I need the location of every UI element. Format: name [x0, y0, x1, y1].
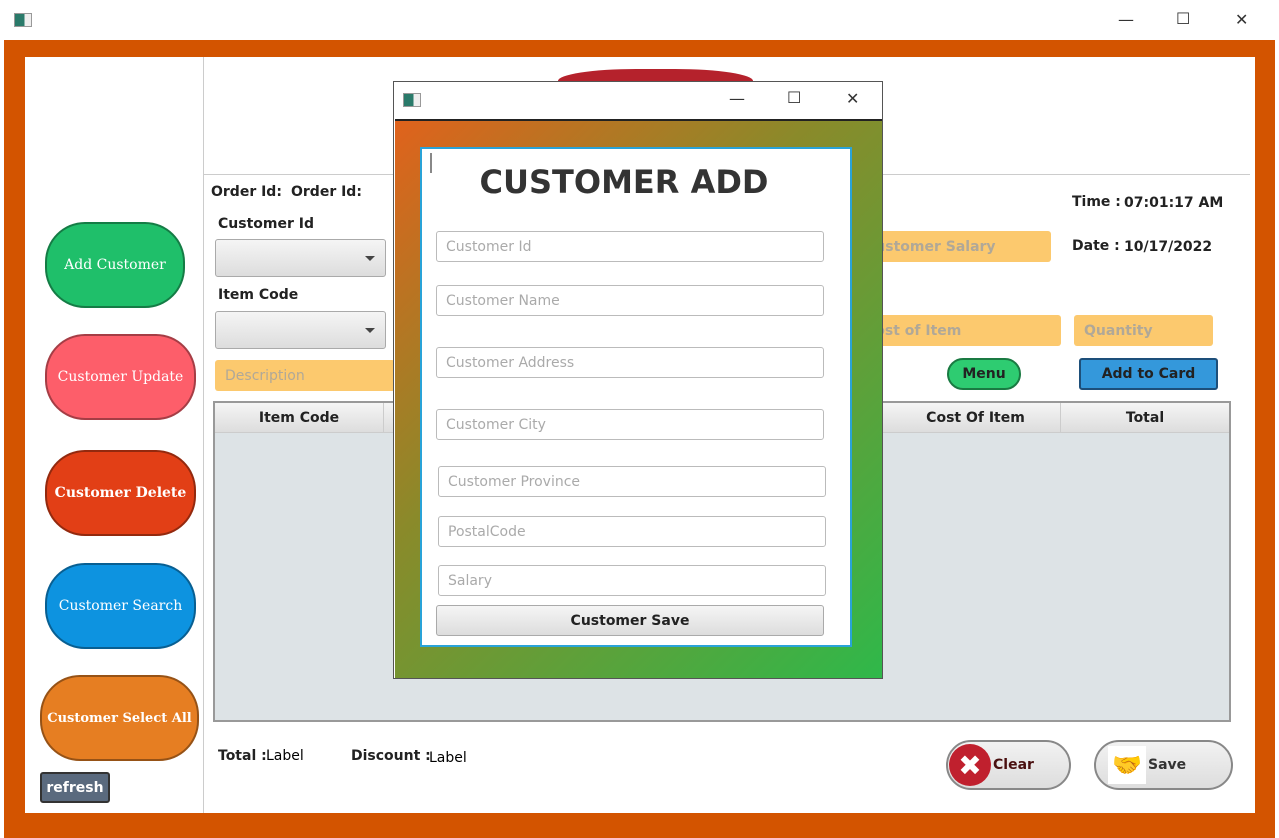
- app-icon: [14, 13, 32, 27]
- save-button[interactable]: 🤝 Save: [1094, 740, 1233, 790]
- dialog-title: CUSTOMER ADD: [479, 163, 769, 201]
- postal-code-input[interactable]: PostalCode: [438, 516, 826, 547]
- dialog-app-icon: [403, 93, 421, 107]
- customer-update-button[interactable]: Customer Update: [45, 334, 196, 420]
- refresh-button[interactable]: refresh: [40, 772, 110, 803]
- customer-salary-field[interactable]: Customer Salary: [855, 231, 1051, 262]
- customer-name-input[interactable]: Customer Name: [436, 285, 824, 316]
- close-button[interactable]: ✕: [1235, 10, 1248, 29]
- customer-id-label: Customer Id: [218, 216, 314, 232]
- description-field[interactable]: Description: [215, 360, 395, 391]
- dialog-gradient-background: CUSTOMER ADD Customer Id Customer Name C…: [395, 119, 882, 678]
- customer-city-input[interactable]: Customer City: [436, 409, 824, 440]
- menu-button[interactable]: Menu: [947, 358, 1021, 390]
- sidebar-divider: [203, 57, 204, 813]
- column-item-code[interactable]: Item Code: [215, 403, 384, 433]
- total-value: Label: [266, 748, 304, 764]
- customer-form: CUSTOMER ADD Customer Id Customer Name C…: [420, 147, 852, 647]
- discount-label: Discount :: [351, 748, 431, 764]
- cost-of-item-field[interactable]: Cost of Item: [855, 315, 1061, 346]
- x-circle-icon: ✖: [949, 744, 991, 786]
- add-customer-button[interactable]: Add Customer: [45, 222, 185, 308]
- customer-province-input[interactable]: Customer Province: [438, 466, 826, 497]
- date-label: Date :: [1072, 238, 1120, 254]
- item-code-label: Item Code: [218, 287, 299, 303]
- dialog-maximize-button[interactable]: ☐: [787, 88, 801, 107]
- date-value: 10/17/2022: [1124, 239, 1213, 255]
- customer-delete-button[interactable]: Customer Delete: [45, 450, 196, 536]
- time-value: 07:01:17 AM: [1124, 195, 1224, 211]
- column-cost-of-item[interactable]: Cost Of Item: [891, 403, 1061, 433]
- clear-button[interactable]: ✖ Clear: [946, 740, 1071, 790]
- quantity-field[interactable]: Quantity: [1074, 315, 1213, 346]
- dialog-minimize-button[interactable]: —: [729, 89, 745, 108]
- salary-input[interactable]: Salary: [438, 565, 826, 596]
- order-id-value: Order Id:: [291, 184, 362, 200]
- discount-value: Label: [429, 750, 467, 766]
- dialog-close-button[interactable]: ✕: [846, 89, 859, 108]
- customer-id-input[interactable]: Customer Id: [436, 231, 824, 262]
- customer-search-button[interactable]: Customer Search: [45, 563, 196, 649]
- minimize-button[interactable]: —: [1118, 10, 1134, 29]
- maximize-button[interactable]: ☐: [1176, 9, 1190, 28]
- save-label: Save: [1148, 757, 1187, 773]
- clear-label: Clear: [993, 757, 1034, 773]
- customer-address-input[interactable]: Customer Address: [436, 347, 824, 378]
- total-label: Total :: [218, 748, 267, 764]
- customer-add-dialog: — ☐ ✕ CUSTOMER ADD Customer Id Customer …: [393, 81, 883, 679]
- handshake-icon: 🤝: [1108, 746, 1146, 784]
- column-total[interactable]: Total: [1061, 403, 1229, 433]
- time-label: Time :: [1072, 194, 1121, 210]
- customer-save-button[interactable]: Customer Save: [436, 605, 824, 636]
- customer-id-combo[interactable]: [215, 239, 386, 277]
- order-id-label: Order Id:: [211, 184, 282, 200]
- item-code-combo[interactable]: [215, 311, 386, 349]
- main-window-titlebar: — ☐ ✕: [0, 0, 1279, 40]
- customer-select-all-button[interactable]: Customer Select All: [40, 675, 199, 761]
- add-to-card-button[interactable]: Add to Card: [1079, 358, 1218, 390]
